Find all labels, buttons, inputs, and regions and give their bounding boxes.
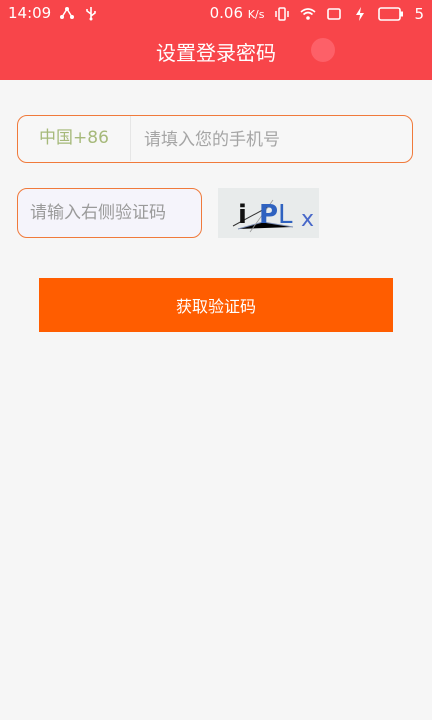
captcha-char-2: P xyxy=(259,200,278,230)
vibrate-icon xyxy=(275,7,290,21)
usb-icon xyxy=(86,7,97,21)
network-speed: 0.06 K/s xyxy=(209,4,265,22)
battery-icon xyxy=(378,7,404,21)
phone-number-input[interactable] xyxy=(142,116,406,163)
captcha-image[interactable]: i P L x xyxy=(218,188,319,238)
captcha-char-1: i xyxy=(238,200,247,230)
get-verification-code-button[interactable]: 获取验证码 xyxy=(39,278,393,332)
share-icon xyxy=(60,7,75,19)
captcha-input[interactable] xyxy=(17,188,202,238)
country-code-selector[interactable]: 中国+86 xyxy=(18,116,131,161)
page-title: 设置登录密码 xyxy=(156,41,276,65)
captcha-char-3: L xyxy=(278,200,293,230)
phone-number-field: 中国+86 xyxy=(17,115,413,163)
charging-icon xyxy=(356,7,365,21)
touch-indicator xyxy=(311,38,335,62)
status-bar: 14:09 0.06 K/s 5 xyxy=(0,0,432,26)
status-time: 14:09 xyxy=(8,4,52,22)
message-icon xyxy=(327,8,342,20)
app-header: 14:09 0.06 K/s 5 设置登录密码 xyxy=(0,0,432,80)
wifi-icon xyxy=(300,8,316,20)
battery-level: 5 xyxy=(414,5,424,23)
captcha-char-4: x xyxy=(301,207,314,232)
